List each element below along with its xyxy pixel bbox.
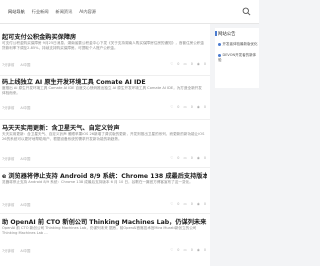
like-icon[interactable]: ♡ [170, 62, 173, 66]
article-author[interactable]: AI中国 [20, 248, 30, 253]
sidebar-link[interactable]: 开发者体验最新版优化 [218, 42, 258, 47]
article-stats: ♡ 0 ▭ 0 ◉ 0 [170, 105, 206, 109]
like-icon[interactable]: ♡ [170, 105, 173, 109]
article-excerpt: OpenAI 前 CTO 新创公司 Thinking Machines Lab，… [2, 226, 197, 236]
comment-count: 0 [190, 62, 193, 66]
like-count: 0 [177, 62, 180, 66]
view-icon: ◉ [196, 202, 200, 206]
nav-item-site-nav[interactable]: 网站导航 [8, 9, 25, 15]
sidebar-link-label[interactable]: 开发者体验最新版优化 [223, 42, 258, 46]
comment-icon[interactable]: ▭ [183, 248, 186, 252]
article-stats: ♡ 0 ▭ 0 ◉ 0 [170, 248, 206, 252]
view-count: 0 [203, 105, 206, 109]
article-item[interactable]: e 浏览器将停止支持 Android 8/9 系统：Chrome 138 成最后… [0, 168, 210, 214]
article-meta: 7分钟前 AI中国 [2, 202, 30, 207]
article-excerpt: 览器将停止支持 Android 8/9 系统：Chrome 138 成最后支持版… [2, 180, 193, 184]
article-item[interactable]: 码上线独立 AI 原生开发环境工具 Comate AI IDE 度推出 AI 原… [0, 76, 210, 120]
article-stats: ♡ 0 ▭ 0 ◉ 0 [170, 156, 206, 160]
article-title[interactable]: e 浏览器将停止支持 Android 8/9 系统：Chrome 138 成最后… [2, 171, 207, 180]
article-author[interactable]: AI中国 [20, 62, 30, 67]
comment-count: 0 [190, 202, 193, 206]
article-excerpt: 天天实用更新：含卫星天气、自定义铃声 雅眼苹果iOS 26新增了调试版的更新，开… [2, 132, 205, 142]
comment-icon[interactable]: ▭ [183, 202, 186, 206]
view-count: 0 [203, 62, 206, 66]
view-icon: ◉ [196, 62, 200, 66]
like-count: 0 [177, 105, 180, 109]
view-count: 0 [203, 156, 206, 160]
announcement-widget: 网站公告 开发者体验最新版优化 DEVON开发者的新体验 [215, 28, 259, 88]
view-icon: ◉ [196, 156, 200, 160]
view-count: 0 [203, 248, 206, 252]
like-icon[interactable]: ♡ [170, 156, 173, 160]
article-time: 7分钟前 [2, 63, 15, 67]
like-icon[interactable]: ♡ [170, 202, 173, 206]
sidebar-link[interactable]: DEVON开发者的新体验 [218, 53, 258, 63]
article-stats: ♡ 0 ▭ 0 ◉ 0 [170, 62, 206, 66]
article-title[interactable]: 马天天实用更新：含卫星天气、自定义铃声 [2, 123, 207, 132]
article-title[interactable]: 助 OpenAI 前 CTO 新创公司 Thinking Machines La… [2, 217, 207, 226]
comment-icon[interactable]: ▭ [183, 105, 186, 109]
article-item[interactable]: 马天天实用更新：含卫星天气、自定义铃声 天天实用更新：含卫星天气、自定义铃声 雅… [0, 120, 210, 168]
article-meta: 7分钟前 AI中国 [2, 248, 30, 253]
like-count: 0 [177, 248, 180, 252]
like-icon[interactable]: ♡ [170, 248, 173, 252]
bullet-icon [218, 42, 221, 46]
comment-icon[interactable]: ▭ [183, 156, 186, 160]
search-icon[interactable] [242, 7, 251, 16]
bullet-icon [218, 53, 221, 57]
view-icon: ◉ [196, 105, 200, 109]
article-title[interactable]: 起可支付公积金购买保障房 [2, 32, 207, 41]
article-time: 7分钟前 [2, 249, 15, 253]
comment-count: 0 [190, 248, 193, 252]
article-meta: 7分钟前 AI中国 [2, 156, 30, 161]
like-count: 0 [177, 156, 180, 160]
article-time: 7分钟前 [2, 157, 15, 161]
article-author[interactable]: AI中国 [20, 105, 30, 110]
widget-title: 网站公告 [215, 31, 236, 37]
nav-item-industry-news[interactable]: 行业新闻 [32, 9, 49, 15]
top-navbar: 网站导航 行业新闻 新闻资讯 AI内容源 [0, 0, 259, 24]
article-time: 7分钟前 [2, 203, 15, 207]
article-item[interactable]: 起可支付公积金购买保障房 可支付公积金购买保障房 9月25日消息，湖南省委公积金… [0, 24, 210, 76]
article-author[interactable]: AI中国 [20, 202, 30, 207]
article-time: 7分钟前 [2, 106, 15, 110]
comment-icon[interactable]: ▭ [183, 62, 186, 66]
article-author[interactable]: AI中国 [20, 156, 30, 161]
nav-item-ai-content[interactable]: AI内容源 [79, 9, 96, 15]
sidebar-link-label[interactable]: DEVON开发者的新体验 [218, 53, 256, 62]
article-stats: ♡ 0 ▭ 0 ◉ 0 [170, 202, 206, 206]
comment-count: 0 [190, 105, 193, 109]
comment-count: 0 [190, 156, 193, 160]
article-meta: 7分钟前 AI中国 [2, 62, 30, 67]
article-meta: 7分钟前 AI中国 [2, 105, 30, 110]
view-count: 0 [203, 202, 206, 206]
article-excerpt: 度推出 AI 原生开发环境工具 Comate AI IDE 百度文心快码推出独立… [2, 86, 202, 96]
main-nav: 网站导航 行业新闻 新闻资讯 AI内容源 [8, 0, 96, 24]
like-count: 0 [177, 202, 180, 206]
article-item[interactable]: 助 OpenAI 前 CTO 新创公司 Thinking Machines La… [0, 214, 210, 266]
nav-item-news[interactable]: 新闻资讯 [56, 9, 73, 15]
sidebar: 网站公告 开发者体验最新版优化 DEVON开发者的新体验 [215, 24, 259, 266]
view-icon: ◉ [196, 248, 200, 252]
article-title[interactable]: 码上线独立 AI 原生开发环境工具 Comate AI IDE [2, 77, 207, 86]
article-list: 起可支付公积金购买保障房 可支付公积金购买保障房 9月25日消息，湖南省委公积金… [0, 24, 210, 266]
article-excerpt: 可支付公积金购买保障房 9月25日消息，湖南省委公积金中心下发《关于支持湖南人购… [2, 41, 205, 51]
